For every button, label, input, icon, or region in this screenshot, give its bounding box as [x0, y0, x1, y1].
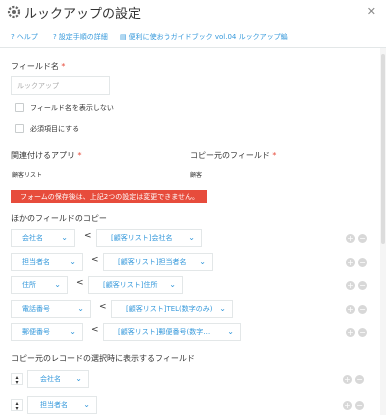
help-link-label: ヘルプ: [16, 33, 38, 41]
copy-arrow: <: [91, 325, 99, 335]
copy-arrow: <: [76, 278, 84, 288]
chevron-down-icon: ⌄: [75, 374, 82, 383]
copy-source-value: [顧客リスト]会社名: [111, 234, 173, 242]
sort-handle-icon[interactable]: ▴ ▾: [11, 373, 23, 386]
display-fields-label: コピー元のレコードの選択時に表示するフィールド: [11, 354, 195, 363]
add-row-icon[interactable]: +: [346, 281, 355, 290]
copy-source-select[interactable]: [顧客リスト]郵便番号(数字… ⌄: [103, 323, 241, 341]
copy-arrow: <: [84, 231, 92, 241]
copy-target-value: 住所: [22, 281, 36, 289]
save-warning-banner: フォームの保存後は、上記2つの設定は変更できません。: [11, 190, 207, 203]
copy-source-value: [顧客リスト]TEL(数字のみ): [126, 305, 213, 313]
lookup-settings-dialog: ルックアップの設定 ✕ ? ヘルプ ? 設定手順の詳細 ▤ 便利に使おうガイドブック …: [0, 0, 386, 415]
chevron-down-icon: ⌄: [169, 280, 176, 289]
dialog-title: ルックアップの設定: [24, 7, 142, 22]
remove-row-icon[interactable]: −: [358, 234, 367, 243]
related-app-label-text: 関連付けるアプリ: [11, 151, 75, 160]
field-name-label-text: フィールド名: [11, 62, 59, 71]
required-field-label: 必須項目にする: [30, 125, 80, 133]
source-field-label-text: コピー元のフィールド: [190, 151, 270, 160]
close-icon[interactable]: ✕: [367, 5, 376, 18]
display-field-select[interactable]: 会社名 ⌄: [27, 370, 89, 388]
add-row-icon[interactable]: +: [343, 401, 352, 410]
source-field-label: コピー元のフィールド *: [190, 150, 276, 161]
sort-handle-icon[interactable]: ▴ ▾: [11, 399, 23, 412]
copy-target-value: 担当者名: [22, 258, 50, 266]
copy-target-select[interactable]: 住所 ⌄: [11, 276, 68, 294]
copy-target-select[interactable]: 担当者名 ⌄: [11, 253, 83, 271]
chevron-down-icon: ⌄: [219, 304, 226, 313]
related-app-label: 関連付けるアプリ *: [11, 150, 82, 161]
source-field-value: 顧客: [190, 172, 203, 179]
setup-steps-link-label: 設定手順の詳細: [58, 33, 108, 41]
chevron-down-icon: ⌄: [227, 327, 234, 336]
copy-target-value: 電話番号: [22, 305, 50, 313]
copy-source-value: [顧客リスト]担当者名: [118, 258, 187, 266]
remove-row-icon[interactable]: −: [358, 258, 367, 267]
add-row-icon[interactable]: +: [346, 328, 355, 337]
hide-field-name-label: フィールド名を表示しない: [30, 104, 114, 112]
remove-row-icon[interactable]: −: [355, 375, 364, 384]
field-name-input[interactable]: ルックアップ: [11, 76, 110, 95]
related-app-value: 顧客リスト: [12, 172, 43, 179]
copy-arrow: <: [91, 255, 99, 265]
question-icon: ?: [11, 33, 15, 41]
chevron-down-icon: ⌄: [61, 233, 68, 242]
copy-target-value: 会社名: [22, 234, 43, 242]
guidebook-link-label: 便利に使おうガイドブック vol.04 ルックアップ編: [128, 33, 288, 41]
gear-icon: [7, 5, 21, 19]
chevron-down-icon: ⌄: [188, 233, 195, 242]
required-mark: *: [272, 151, 277, 160]
add-row-icon[interactable]: +: [346, 258, 355, 267]
scrollbar[interactable]: [380, 48, 386, 415]
copy-fields-label: ほかのフィールドのコピー: [11, 214, 107, 223]
chevron-down-icon: ⌄: [199, 257, 206, 266]
field-name-placeholder: ルックアップ: [17, 81, 59, 90]
required-mark: *: [77, 151, 82, 160]
display-field-select[interactable]: 担当者名 ⌄: [27, 396, 97, 414]
copy-source-select[interactable]: [顧客リスト]会社名 ⌄: [96, 229, 202, 247]
save-warning-text: フォームの保存後は、上記2つの設定は変更できません。: [20, 192, 200, 201]
required-mark: *: [61, 62, 66, 71]
display-field-value: 担当者名: [40, 401, 68, 409]
copy-target-select[interactable]: 電話番号 ⌄: [11, 300, 91, 318]
copy-target-select[interactable]: 会社名 ⌄: [11, 229, 75, 247]
remove-row-icon[interactable]: −: [358, 281, 367, 290]
remove-row-icon[interactable]: −: [358, 305, 367, 314]
help-links-bar: ? ヘルプ ? 設定手順の詳細 ▤ 便利に使おうガイドブック vol.04 ルックアッ…: [0, 28, 386, 48]
copy-source-select[interactable]: [顧客リスト]住所 ⌄: [88, 276, 183, 294]
setup-steps-link[interactable]: ? 設定手順の詳細: [53, 32, 108, 42]
chevron-down-icon: ⌄: [69, 327, 76, 336]
copy-target-value: 郵便番号: [22, 328, 50, 336]
chevron-down-icon: ⌄: [54, 280, 61, 289]
chevron-down-icon: ⌄: [77, 304, 84, 313]
chevron-down-icon: ⌄: [69, 257, 76, 266]
display-field-value: 会社名: [40, 375, 61, 383]
required-field-checkbox[interactable]: [15, 124, 24, 133]
copy-source-select[interactable]: [顧客リスト]TEL(数字のみ) ⌄: [111, 300, 233, 318]
copy-source-value: [顧客リスト]住所: [103, 281, 158, 289]
scrollbar-thumb[interactable]: [381, 54, 385, 244]
add-row-icon[interactable]: +: [346, 305, 355, 314]
copy-source-select[interactable]: [顧客リスト]担当者名 ⌄: [103, 253, 213, 271]
hide-field-name-checkbox[interactable]: [15, 103, 24, 112]
remove-row-icon[interactable]: −: [358, 328, 367, 337]
copy-arrow: <: [99, 302, 107, 312]
question-icon: ?: [53, 33, 57, 41]
add-row-icon[interactable]: +: [346, 234, 355, 243]
guidebook-link[interactable]: ▤ 便利に使おうガイドブック vol.04 ルックアップ編: [120, 32, 288, 42]
dialog-header: ルックアップの設定 ✕: [0, 0, 386, 25]
chevron-down-icon: ⌄: [83, 400, 90, 409]
remove-row-icon[interactable]: −: [355, 401, 364, 410]
add-row-icon[interactable]: +: [343, 375, 352, 384]
copy-source-value: [顧客リスト]郵便番号(数字…: [118, 328, 211, 336]
copy-target-select[interactable]: 郵便番号 ⌄: [11, 323, 83, 341]
field-name-label: フィールド名 *: [11, 61, 65, 72]
book-icon: ▤: [120, 33, 127, 41]
help-link[interactable]: ? ヘルプ: [11, 32, 38, 42]
